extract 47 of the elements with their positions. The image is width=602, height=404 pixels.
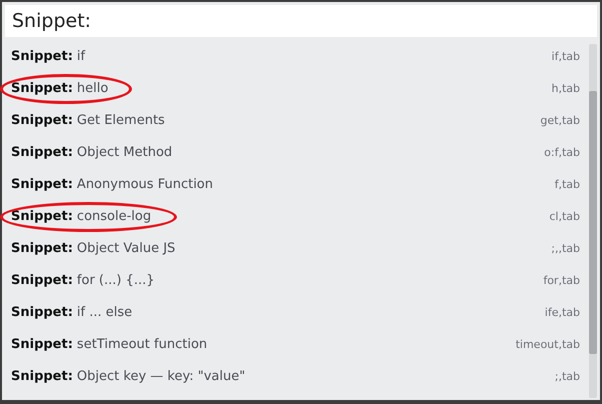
snippet-label: Snippet:: [11, 144, 73, 162]
snippet-name: console-log: [76, 208, 152, 226]
snippet-item[interactable]: Snippet: Object key — key: "value" ;,tab: [2, 361, 600, 393]
snippet-name: if: [76, 48, 86, 66]
shortcut-hint: for,tab: [543, 272, 580, 289]
shortcut-hint: timeout,tab: [516, 336, 580, 353]
snippet-name: hello: [76, 80, 108, 98]
snippet-label: Snippet:: [11, 48, 73, 66]
snippet-name: if ... else: [76, 304, 132, 322]
snippet-item[interactable]: Snippet: Anonymous Function f,tab: [2, 169, 600, 201]
snippet-item[interactable]: Snippet: if ... else ife,tab: [2, 297, 600, 329]
snippet-label: Snippet:: [11, 368, 73, 386]
search-field[interactable]: Snippet:: [5, 5, 597, 37]
shortcut-hint: h,tab: [551, 80, 580, 97]
snippet-label: Snippet:: [11, 176, 73, 194]
shortcut-hint: if,tab: [552, 48, 580, 65]
snippet-label: Snippet:: [11, 304, 73, 322]
snippet-item[interactable]: Snippet: if if,tab: [2, 41, 600, 73]
snippet-label: Snippet:: [11, 112, 73, 130]
snippet-name: for (...) {...}: [76, 272, 155, 290]
snippet-name: Get Elements: [76, 112, 165, 130]
scrollbar-thumb[interactable]: [589, 91, 597, 354]
snippet-item[interactable]: Snippet: setTimeout function timeout,tab: [2, 329, 600, 361]
snippet-name: setTimeout function: [76, 336, 208, 354]
snippet-label: Snippet:: [11, 240, 73, 258]
snippet-name: Object key — key: "value": [76, 368, 246, 386]
snippet-label: Snippet:: [11, 272, 73, 290]
scrollbar[interactable]: [589, 44, 597, 398]
snippet-item[interactable]: Snippet: Object Value JS ;,,tab: [2, 233, 600, 265]
snippet-item[interactable]: Snippet: Get Elements get,tab: [2, 105, 600, 137]
shortcut-hint: ;,,tab: [551, 240, 580, 257]
shortcut-hint: ife,tab: [544, 304, 580, 321]
snippet-label: Snippet:: [11, 208, 73, 226]
snippet-item[interactable]: Snippet: for (...) {...} for,tab: [2, 265, 600, 297]
snippet-name: Object Method: [76, 144, 172, 162]
snippet-item[interactable]: Snippet: console-log cl,tab: [2, 201, 600, 233]
snippet-item[interactable]: Snippet: hello h,tab: [2, 73, 600, 105]
shortcut-hint: cl,tab: [549, 208, 580, 225]
shortcut-hint: get,tab: [540, 112, 580, 129]
snippet-label: Snippet:: [11, 80, 73, 98]
snippet-name: Object Value JS: [76, 240, 176, 258]
snippet-item[interactable]: Snippet: Object Method o:f,tab: [2, 137, 600, 169]
snippet-name: Anonymous Function: [76, 176, 213, 194]
snippet-label: Snippet:: [11, 336, 73, 354]
shortcut-hint: ;,tab: [554, 368, 580, 385]
shortcut-hint: f,tab: [554, 176, 580, 193]
shortcut-hint: o:f,tab: [544, 144, 580, 161]
